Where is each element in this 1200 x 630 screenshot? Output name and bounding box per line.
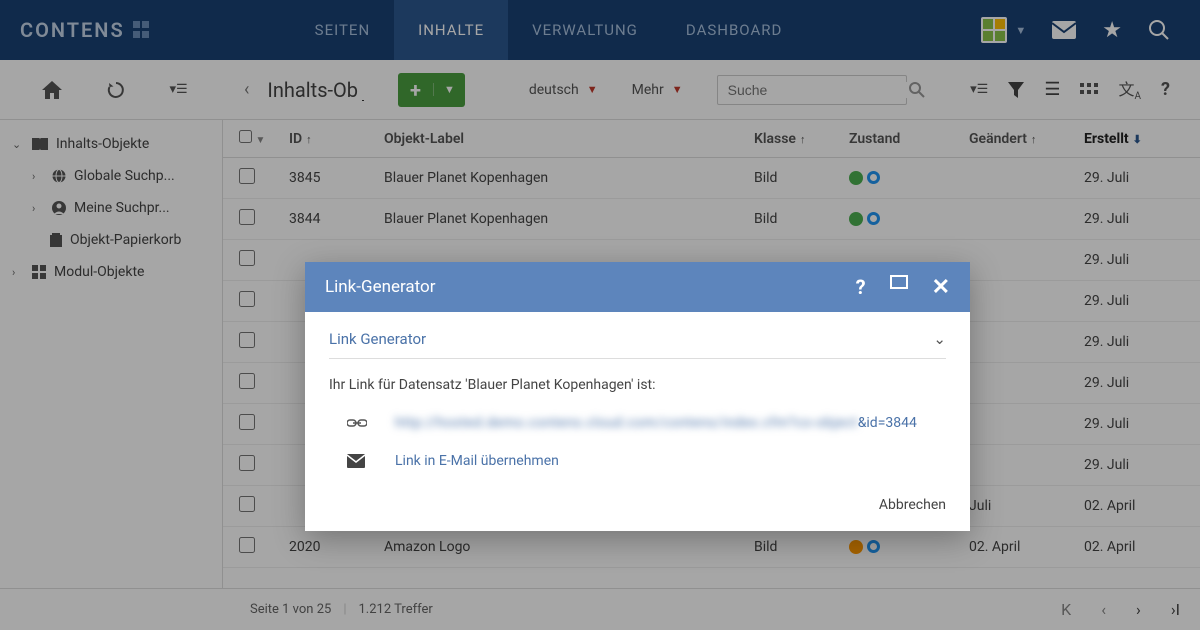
mail-icon bbox=[347, 454, 367, 468]
link-blurred-part: http://hosted.demo.contens.cloud.com/con… bbox=[395, 415, 858, 431]
modal-header: Link-Generator ? ✕ bbox=[305, 262, 970, 312]
modal-section-title[interactable]: Link Generator ⌄ bbox=[329, 330, 946, 359]
section-label: Link Generator bbox=[329, 330, 426, 348]
collapse-icon: ⌄ bbox=[933, 330, 946, 348]
email-link-label: Link in E-Mail übernehmen bbox=[395, 453, 559, 469]
modal-footer: Abbrechen bbox=[305, 479, 970, 531]
generated-link[interactable]: http://hosted.demo.contens.cloud.com/con… bbox=[395, 415, 917, 431]
link-url-row: http://hosted.demo.contens.cloud.com/con… bbox=[329, 415, 946, 431]
modal-close-icon[interactable]: ✕ bbox=[932, 275, 950, 300]
modal-maximize-icon[interactable] bbox=[890, 275, 908, 300]
link-icon bbox=[347, 418, 367, 428]
modal-body: Link Generator ⌄ Ihr Link für Datensatz … bbox=[305, 312, 970, 479]
link-visible-part: &id=3844 bbox=[858, 415, 917, 431]
modal-title: Link-Generator bbox=[325, 277, 436, 297]
modal-help-icon[interactable]: ? bbox=[856, 275, 866, 300]
email-link-row[interactable]: Link in E-Mail übernehmen bbox=[329, 453, 946, 469]
cancel-button[interactable]: Abbrechen bbox=[879, 497, 946, 513]
link-generator-modal: Link-Generator ? ✕ Link Generator ⌄ Ihr … bbox=[305, 262, 970, 531]
modal-description: Ihr Link für Datensatz 'Blauer Planet Ko… bbox=[329, 377, 946, 393]
